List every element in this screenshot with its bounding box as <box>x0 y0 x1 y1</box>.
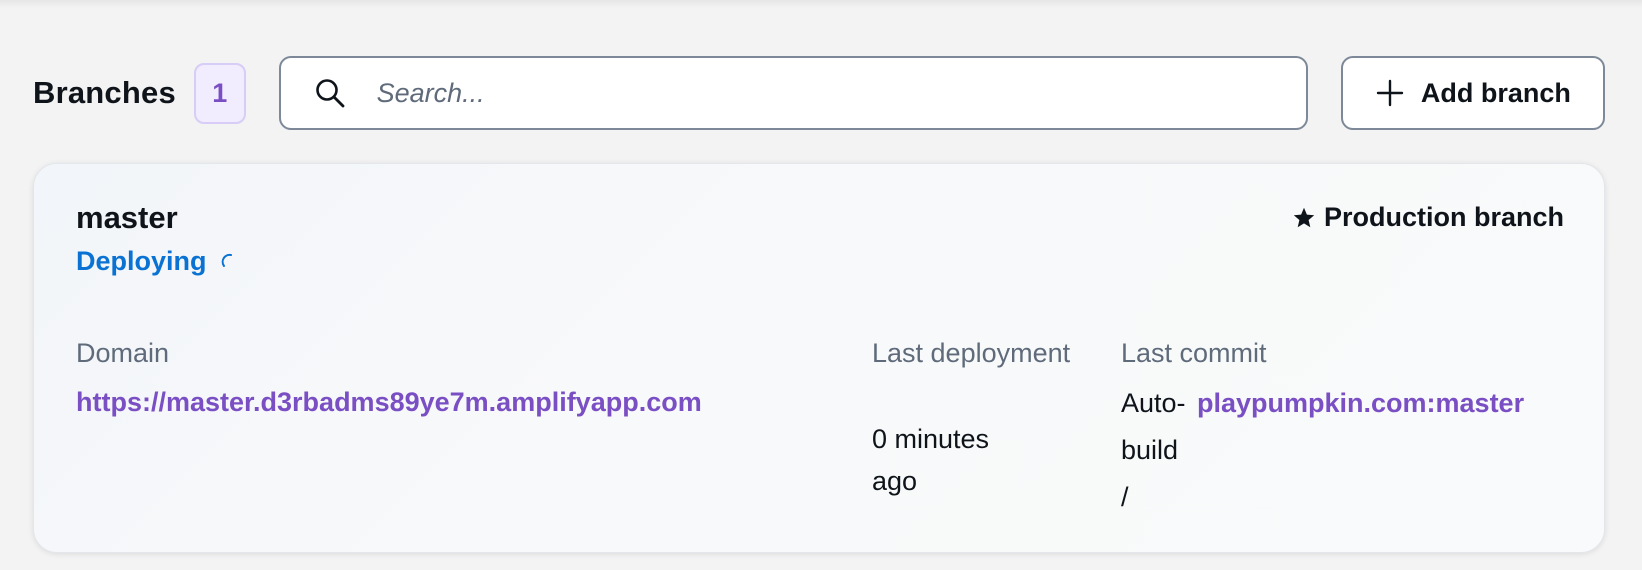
last-commit-type-line-2: build <box>1121 435 1179 465</box>
search-input[interactable] <box>376 77 1277 109</box>
last-commit-label: Last commit <box>1121 338 1267 368</box>
star-icon <box>1293 207 1315 227</box>
branches-header: Branches 1 Add branch <box>33 56 1605 130</box>
search-icon <box>313 76 347 110</box>
production-branch-indicator: Production branch <box>1292 202 1564 233</box>
domain-link[interactable]: https://master.d3rbadms89ye7m.amplifyapp… <box>76 387 702 417</box>
search-box[interactable] <box>278 56 1308 130</box>
spinner-icon <box>221 253 232 267</box>
add-branch-label: Add branch <box>1420 77 1571 108</box>
add-branch-button[interactable]: Add branch <box>1340 56 1605 130</box>
last-deployment-value: 0 minutes ago <box>872 424 990 496</box>
branch-card[interactable]: master Deploying Production branch Domai… <box>33 163 1605 553</box>
production-branch-label: Production branch <box>1323 202 1564 232</box>
plus-icon <box>1375 78 1405 108</box>
last-commit-link[interactable]: playpumpkin.com:master <box>1197 388 1524 418</box>
last-commit-type: Auto- build / <box>1121 380 1201 521</box>
domain-label: Domain <box>76 338 170 368</box>
last-deployment-label: Last deployment <box>872 338 1071 368</box>
deploy-status-label: Deploying <box>76 246 207 276</box>
top-divider <box>0 0 1642 8</box>
last-commit-type-line-3: / <box>1121 482 1129 512</box>
page-title: Branches <box>33 75 176 110</box>
branch-count-badge: 1 <box>193 62 246 124</box>
deploy-status: Deploying <box>76 246 235 277</box>
last-commit-type-line-1: Auto- <box>1121 388 1186 418</box>
branch-name: master <box>76 200 178 235</box>
